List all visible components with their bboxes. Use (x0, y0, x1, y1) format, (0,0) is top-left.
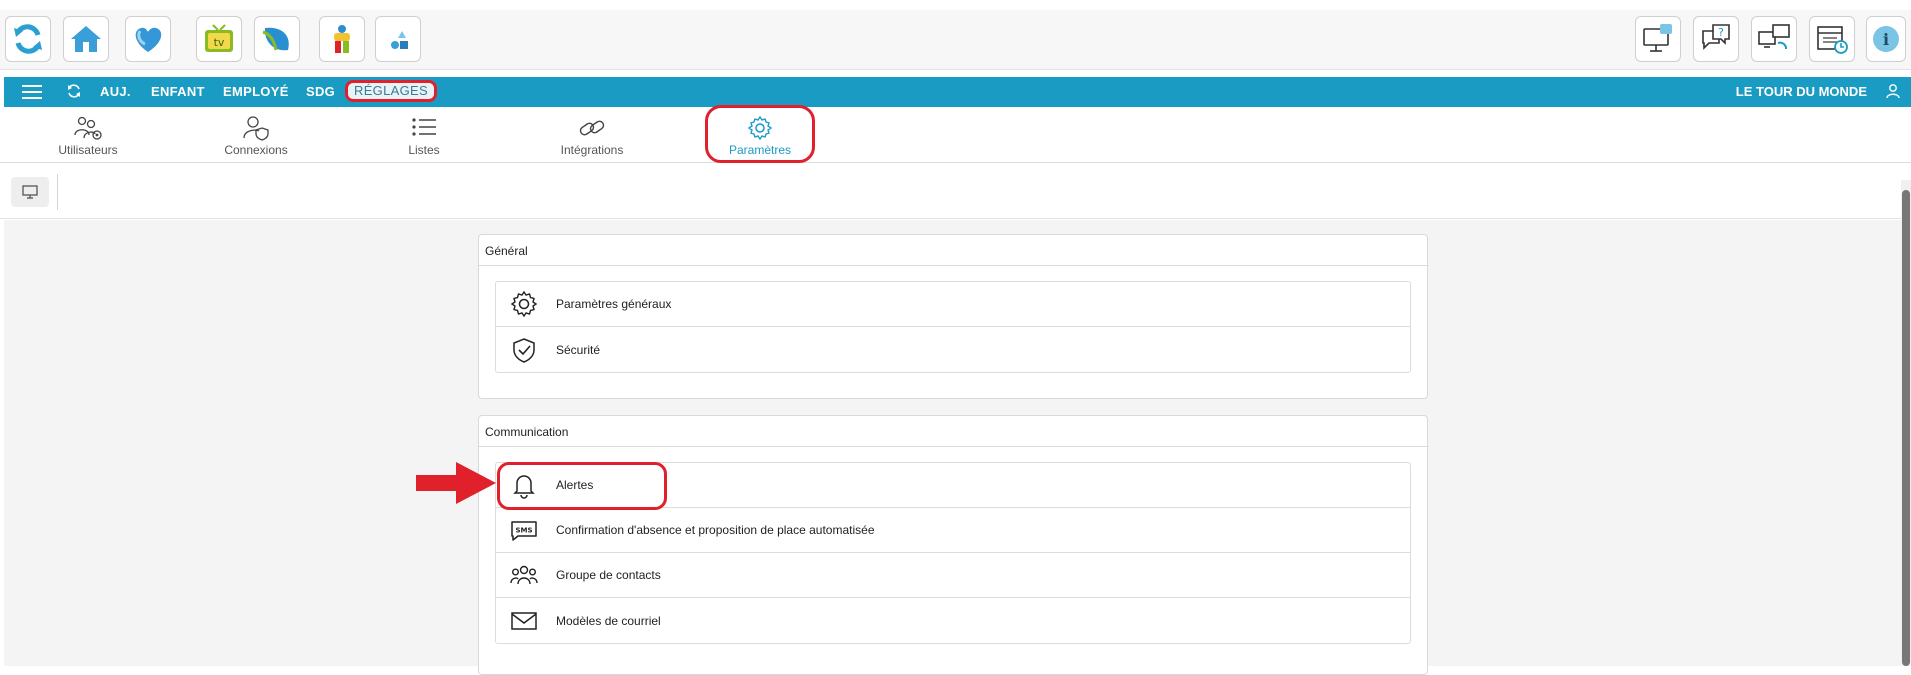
tab-integrations[interactable]: Intégrations (532, 115, 652, 157)
highlight-ring-parametres (705, 105, 815, 163)
group-icon (510, 565, 538, 585)
person-app-button[interactable] (319, 16, 365, 62)
section-general-title: Général (479, 235, 1427, 266)
calendar-clock-icon (1817, 26, 1848, 54)
nav-link-sdg[interactable]: SDG (306, 84, 335, 99)
shapes-app-button[interactable] (375, 16, 421, 62)
nav-link-enfant[interactable]: ENFANT (151, 84, 205, 99)
tab-utilisateurs[interactable]: Utilisateurs (28, 115, 148, 157)
info-label: i (1883, 30, 1889, 49)
sms-icon: SMS (511, 521, 537, 541)
list-item-label: Sécurité (556, 342, 601, 357)
calendar-clock-button[interactable] (1809, 16, 1855, 62)
settings-subtabs: Utilisateurs Connexions Listes Intégrati… (0, 107, 1911, 163)
link-icon (579, 120, 605, 136)
list-item-securite[interactable]: Sécurité (496, 327, 1410, 372)
gear-icon (510, 290, 538, 318)
section-general: Général Paramètres généraux Sécurité (478, 234, 1428, 399)
list-item-confirmation-absence[interactable]: SMS Confirmation d'absence et propositio… (496, 508, 1410, 553)
toolbar-divider (57, 174, 58, 210)
tab-connexions-label: Connexions (224, 143, 288, 157)
secondary-toolbar (0, 164, 1911, 219)
tab-utilisateurs-label: Utilisateurs (58, 143, 118, 157)
svg-text:?: ? (1718, 26, 1724, 39)
display-mode-button[interactable] (11, 177, 49, 207)
heart-app-icon (135, 27, 162, 52)
shield-check-icon (513, 337, 535, 363)
list-item-label: Groupe de contacts (556, 568, 661, 582)
shapes-app-icon (391, 31, 408, 49)
tv-app-button[interactable]: tv (196, 16, 242, 62)
help-chat-button[interactable]: ? (1693, 16, 1739, 62)
sync-screens-icon (1758, 24, 1790, 50)
heart-app-button[interactable] (125, 16, 171, 62)
section-communication: Communication Alertes SMS Confirmation d… (478, 415, 1428, 675)
home-app-button[interactable] (63, 16, 109, 62)
envelope-icon (511, 611, 537, 630)
refresh-app-icon (14, 24, 42, 54)
training-monitor-icon (1643, 24, 1672, 52)
nav-link-reglages[interactable]: RÉGLAGES (345, 80, 437, 102)
app-launcher-bar: tv ? i (0, 10, 1911, 70)
svg-text:SMS: SMS (515, 527, 532, 535)
help-chat-icon: ? (1702, 24, 1730, 50)
nav-refresh-icon[interactable] (66, 83, 82, 99)
organization-name: LE TOUR DU MONDE (1735, 84, 1867, 99)
refresh-app-button[interactable] (5, 16, 51, 62)
monitor-icon (22, 185, 38, 199)
settings-content: Général Paramètres généraux Sécurité Com… (4, 220, 1904, 675)
leaf-app-button[interactable] (254, 16, 300, 62)
scrollbar-thumb[interactable] (1902, 190, 1910, 666)
highlight-ring-alertes (497, 462, 667, 510)
section-communication-title: Communication (479, 416, 1427, 447)
sync-screens-button[interactable] (1751, 16, 1797, 62)
main-nav-bar: AUJ. ENFANT EMPLOYÉ SDG RÉGLAGES LE TOUR… (4, 77, 1911, 107)
training-monitor-button[interactable] (1635, 16, 1681, 62)
list-item-groupe-contacts[interactable]: Groupe de contacts (496, 553, 1410, 598)
list-icon (412, 118, 436, 136)
hamburger-menu-icon[interactable] (22, 84, 42, 100)
user-profile-icon[interactable] (1885, 83, 1901, 99)
red-arrow-icon (416, 462, 496, 504)
list-item-label: Paramètres généraux (556, 297, 672, 311)
list-item-label: Confirmation d'absence et proposition de… (556, 523, 875, 537)
nav-link-employe[interactable]: EMPLOYÉ (223, 84, 289, 99)
tab-integrations-label: Intégrations (560, 143, 624, 157)
list-item-modeles-courriel[interactable]: Modèles de courriel (496, 598, 1410, 643)
list-item-parametres-generaux[interactable]: Paramètres généraux (496, 282, 1410, 327)
tab-listes-label: Listes (408, 143, 440, 157)
tab-listes[interactable]: Listes (364, 115, 484, 157)
nav-link-auj[interactable]: AUJ. (100, 84, 131, 99)
person-app-icon (334, 25, 350, 53)
home-app-icon (71, 26, 101, 52)
tab-connexions[interactable]: Connexions (196, 115, 316, 157)
tv-label: tv (214, 36, 225, 49)
general-list: Paramètres généraux Sécurité (495, 281, 1411, 373)
info-icon: i (1873, 26, 1899, 52)
list-item-label: Modèles de courriel (556, 613, 661, 628)
tv-app-icon: tv (205, 24, 233, 52)
users-gear-icon (74, 116, 102, 140)
leaf-app-icon (262, 27, 289, 51)
user-shield-icon (243, 116, 269, 141)
info-button[interactable]: i (1866, 16, 1906, 62)
